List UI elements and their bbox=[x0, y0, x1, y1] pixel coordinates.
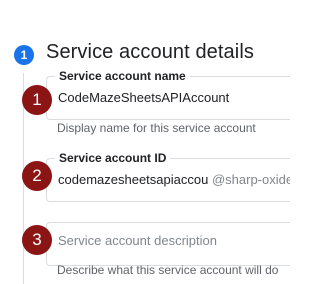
service-account-id-input[interactable]: codemazesheetsapiaccou @sharp-oxide bbox=[58, 172, 290, 187]
service-account-description-field[interactable]: Service account description bbox=[46, 222, 290, 266]
annotation-marker-1: 1 bbox=[22, 85, 52, 115]
service-account-id-field[interactable]: Service account ID codemazesheetsapiacco… bbox=[46, 151, 290, 202]
service-account-name-value[interactable]: CodeMazeSheetsAPIAccount bbox=[58, 90, 229, 105]
service-account-id-value[interactable]: codemazesheetsapiaccou bbox=[58, 172, 208, 187]
service-account-name-label: Service account name bbox=[55, 69, 190, 83]
annotation-marker-2: 2 bbox=[22, 161, 52, 191]
service-account-id-suffix: @sharp-oxide bbox=[211, 172, 290, 187]
annotation-marker-3: 3 bbox=[22, 225, 52, 255]
service-account-description-hint: Describe what this service account will … bbox=[57, 263, 279, 277]
section-title: Service account details bbox=[46, 41, 254, 63]
service-account-description-placeholder[interactable]: Service account description bbox=[58, 233, 217, 248]
service-account-id-label: Service account ID bbox=[55, 151, 171, 165]
service-account-details-form: 1 Service account details Service accoun… bbox=[0, 0, 290, 284]
step-number-badge: 1 bbox=[14, 45, 34, 65]
service-account-name-hint: Display name for this service account bbox=[57, 121, 256, 135]
service-account-name-field[interactable]: Service account name CodeMazeSheetsAPIAc… bbox=[46, 69, 290, 120]
